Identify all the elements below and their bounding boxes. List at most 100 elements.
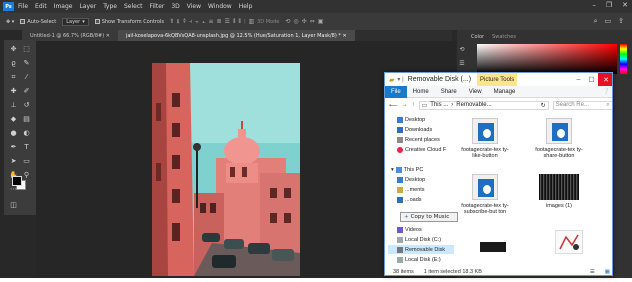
file-item[interactable]: footagecrate-tex ty-like-button: [459, 118, 511, 159]
distribute-right-icon[interactable]: ⦙: [244, 18, 245, 26]
search-input[interactable]: Search Re... ⌕: [552, 100, 612, 110]
nav-item-local-disk-e[interactable]: Local Disk (E:): [397, 255, 441, 264]
align-middle-icon[interactable]: ⫫: [176, 18, 179, 26]
marquee-tool-icon[interactable]: ⬚: [21, 44, 32, 54]
search-icon[interactable]: ⌕: [594, 17, 598, 26]
file-item[interactable]: footagecrate-tex ty-subscribe-but ton: [459, 174, 511, 215]
nav-item-desktop[interactable]: Desktop: [397, 115, 425, 124]
properties-icon[interactable]: ☰: [458, 59, 466, 67]
restore-icon[interactable]: ❐: [606, 1, 612, 9]
tab-photo[interactable]: jail-koselapova-6kQBVsQA8-unsplash.jpg @…: [117, 30, 355, 41]
align-top-icon[interactable]: ⫪: [170, 18, 173, 26]
foreground-color-swatch[interactable]: [12, 176, 22, 186]
nav-item-desktop-2[interactable]: Desktop: [397, 175, 425, 184]
auto-select-checkbox[interactable]: Auto-Select: [20, 19, 56, 25]
healing-brush-icon[interactable]: ✚: [8, 86, 19, 96]
ribbon-tab-share[interactable]: Share: [435, 86, 463, 98]
minimize-icon[interactable]: –: [592, 1, 596, 9]
nav-item-videos[interactable]: Videos: [397, 225, 422, 234]
breadcrumb-removable[interactable]: Removable...: [456, 102, 491, 108]
menu-select[interactable]: Select: [124, 3, 143, 10]
type-tool-icon[interactable]: T: [21, 142, 32, 152]
move-tool-icon[interactable]: ✥ ▾: [6, 19, 14, 25]
nav-item-downloads[interactable]: Downloads: [397, 125, 432, 134]
tab-swatches[interactable]: Swatches: [492, 34, 516, 40]
menu-file[interactable]: File: [18, 3, 28, 10]
menu-filter[interactable]: Filter: [150, 3, 165, 10]
path-select-icon[interactable]: ➤: [8, 156, 19, 166]
tab-untitled[interactable]: Untitled-1 @ 66.7% (RGB/8#) ✕: [22, 30, 118, 41]
picture-tools-tab[interactable]: Picture Tools: [477, 73, 518, 86]
forward-icon[interactable]: →: [402, 102, 408, 109]
close-icon[interactable]: ✕: [622, 1, 628, 9]
menu-3d[interactable]: 3D: [171, 3, 179, 10]
dodge-tool-icon[interactable]: ◐: [21, 128, 32, 138]
3d-pan-icon[interactable]: ✣: [302, 18, 307, 25]
refresh-icon[interactable]: ↻: [541, 102, 546, 109]
nav-item-local-disk-c[interactable]: Local Disk (C:): [397, 235, 441, 244]
distribute-bottom-icon[interactable]: ☰: [225, 18, 230, 25]
up-icon[interactable]: ↑: [412, 102, 415, 109]
layer-dropdown[interactable]: Layer ▾: [62, 17, 89, 26]
help-icon[interactable]: ❔: [603, 88, 610, 95]
details-view-icon[interactable]: ☰: [590, 269, 595, 275]
history-icon[interactable]: ⟲: [458, 45, 466, 53]
workspace-icon[interactable]: ▭: [605, 17, 612, 26]
share-icon[interactable]: ⇪: [618, 17, 624, 26]
align-left-icon[interactable]: ⫞: [189, 18, 192, 26]
3d-scale-icon[interactable]: ▣: [318, 18, 324, 25]
tab-color[interactable]: Color: [471, 34, 484, 40]
nav-item-creative-cloud[interactable]: Creative Cloud F: [397, 145, 446, 154]
menu-help[interactable]: Help: [239, 3, 253, 10]
nav-item-this-pc[interactable]: ▾ This PC: [391, 165, 423, 174]
distribute-middle-icon[interactable]: ≣: [216, 18, 221, 25]
zoom-tool-icon[interactable]: ⚲: [21, 170, 32, 180]
align-center-icon[interactable]: ⫟: [195, 18, 199, 26]
file-item[interactable]: footagecrate-tex ty-share-button: [533, 118, 585, 159]
3d-slide-icon[interactable]: ⇔: [310, 18, 315, 25]
breadcrumb-this-pc[interactable]: This ...: [430, 102, 448, 108]
ribbon-tab-home[interactable]: Home: [407, 86, 435, 98]
ribbon-tab-manage[interactable]: Manage: [488, 86, 522, 98]
nav-item-removable-disk[interactable]: Removable Disk: [388, 245, 454, 254]
clone-stamp-icon[interactable]: ⊥: [8, 100, 19, 110]
large-icons-view-icon[interactable]: ▦: [605, 269, 610, 275]
move-tool-icon[interactable]: ✥: [8, 44, 19, 54]
history-brush-icon[interactable]: ↺: [21, 100, 32, 110]
crop-tool-icon[interactable]: ⌗: [8, 72, 19, 82]
close-icon[interactable]: ✕: [598, 73, 612, 86]
align-bottom-icon[interactable]: ⫩: [183, 18, 186, 26]
distribute-center-icon[interactable]: ⫴: [239, 18, 242, 26]
quick-access-toolbar-icon[interactable]: ▾ |: [397, 76, 403, 83]
back-icon[interactable]: ⟵: [389, 102, 398, 109]
3d-rotate-icon[interactable]: ⟲: [285, 18, 290, 25]
menu-layer[interactable]: Layer: [79, 3, 96, 10]
align-right-icon[interactable]: ⫠: [202, 18, 206, 26]
gradient-tool-icon[interactable]: ▤: [21, 114, 32, 124]
nav-item-documents[interactable]: ...ments: [397, 185, 425, 194]
address-bar[interactable]: ▭ This ... › Removable... ↻: [418, 100, 549, 110]
pen-tool-icon[interactable]: ✒: [8, 142, 19, 152]
file-item[interactable]: [467, 242, 519, 255]
nav-item-downloads-2[interactable]: ...oads: [397, 195, 422, 204]
shape-tool-icon[interactable]: ▭: [21, 156, 32, 166]
quick-select-tool-icon[interactable]: ✎: [21, 58, 32, 68]
lasso-tool-icon[interactable]: ϱ: [8, 58, 19, 68]
menu-view[interactable]: View: [187, 3, 201, 10]
ribbon-tab-file[interactable]: File: [385, 85, 407, 98]
color-picker-field[interactable]: [477, 44, 617, 74]
distribute-left-icon[interactable]: ⦀: [233, 18, 236, 26]
menu-edit[interactable]: Edit: [35, 3, 47, 10]
show-transform-checkbox[interactable]: Show Transform Controls: [94, 19, 164, 25]
menu-image[interactable]: Image: [54, 3, 73, 10]
distribute-top-icon[interactable]: ≡: [208, 18, 213, 25]
brush-tool-icon[interactable]: ✐: [21, 86, 32, 96]
minimize-icon[interactable]: –: [572, 73, 585, 86]
eraser-tool-icon[interactable]: ◆: [8, 114, 19, 124]
blur-tool-icon[interactable]: ●: [8, 128, 19, 138]
3d-roll-icon[interactable]: ◎: [293, 18, 298, 25]
menu-window[interactable]: Window: [208, 3, 232, 10]
auto-align-icon[interactable]: ▥: [248, 18, 254, 25]
document-image[interactable]: [152, 63, 300, 276]
hue-slider[interactable]: [620, 44, 627, 74]
